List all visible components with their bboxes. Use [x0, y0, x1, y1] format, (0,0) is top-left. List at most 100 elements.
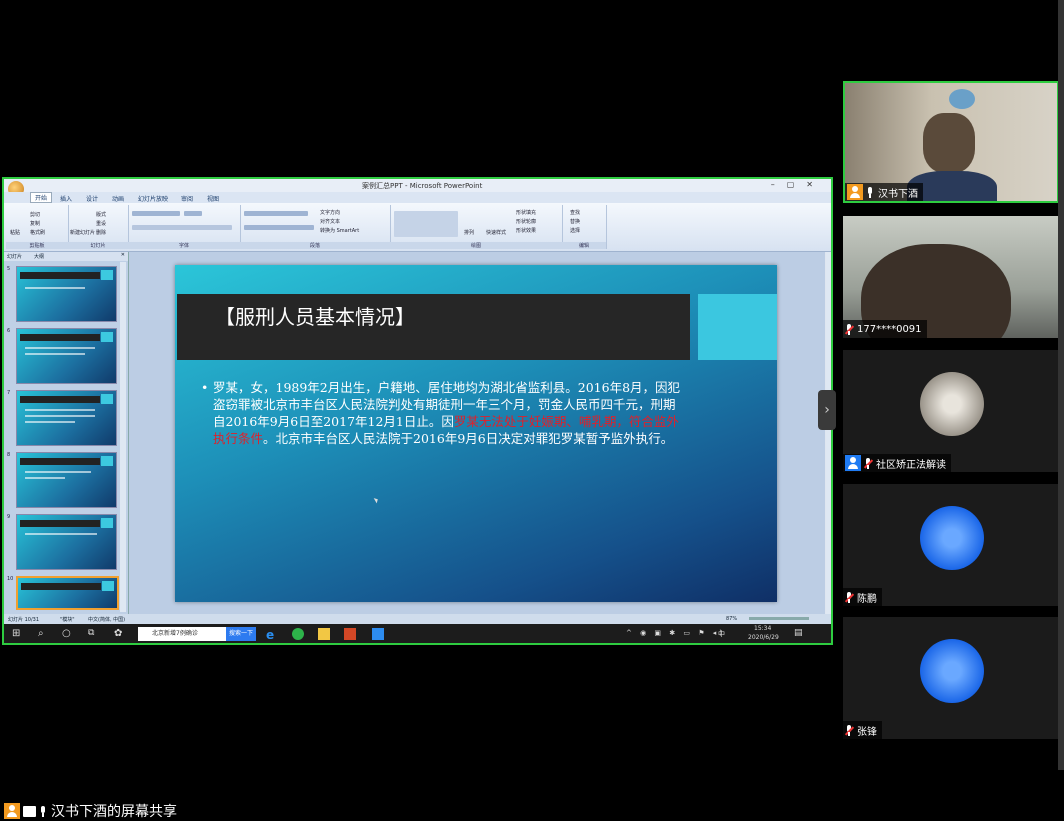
tab-home[interactable]: 开始 — [30, 192, 53, 203]
zoom-slider[interactable] — [749, 617, 809, 620]
group-label: 剪贴板 — [6, 242, 68, 249]
participant-name: 汉书下酒 — [878, 188, 918, 200]
mic-muted-icon — [844, 591, 855, 603]
clock-time: 15:34 — [754, 625, 772, 632]
cut-button[interactable]: 剪切 — [30, 211, 40, 218]
thumb-number: 9 — [7, 514, 11, 520]
tab-view[interactable]: 视图 — [207, 194, 219, 203]
search-box[interactable]: 北京新增7例确诊 — [138, 627, 226, 641]
tab-insert[interactable]: 插入 — [60, 194, 72, 203]
participant-namebar: 张锋 — [843, 721, 882, 739]
tab-slideshow[interactable]: 幻灯片放映 — [138, 194, 168, 203]
participant-tile[interactable]: 汉书下酒 — [843, 81, 1059, 203]
slide-thumbnail[interactable] — [16, 390, 117, 446]
meeting-icon[interactable] — [372, 628, 384, 640]
current-slide[interactable]: 【服刑人员基本情况】 • 罗某，女，1989年2月出生，户籍地、居住地均为湖北省… — [175, 265, 777, 602]
delete-button[interactable]: 删除 — [96, 229, 106, 236]
smartart-button[interactable]: 转换为 SmartArt — [320, 227, 359, 234]
tab-animation[interactable]: 动画 — [112, 194, 124, 203]
shape-outline-button[interactable]: 形状轮廓 — [516, 218, 536, 225]
select-button[interactable]: 选择 — [570, 227, 580, 234]
status-bar: 幻灯片 10/31 "模块" 中文(简体, 中国) 87% — [4, 614, 831, 624]
group-editing: 查找 替换 选择 编辑 — [562, 205, 607, 249]
paste-button[interactable]: 粘贴 — [10, 229, 20, 236]
window-title-prefix: 案例汇总PPT — [362, 182, 403, 190]
slide-thumbnail[interactable] — [16, 266, 117, 322]
tab-outline[interactable]: 大纲 — [34, 253, 44, 260]
font-format-buttons[interactable] — [132, 225, 232, 230]
input-language[interactable]: 中 — [718, 629, 725, 639]
layout-button[interactable]: 版式 — [96, 211, 106, 218]
shape-fill-button[interactable]: 形状填充 — [516, 209, 536, 216]
list-buttons[interactable] — [244, 211, 308, 216]
edge-icon[interactable]: e — [266, 628, 278, 642]
share-label: 汉书下酒的屏幕共享 — [4, 803, 177, 820]
quick-styles-button[interactable]: 快速样式 — [486, 229, 506, 236]
search-icon[interactable]: ⌕ — [38, 628, 50, 640]
reset-button[interactable]: 重设 — [96, 220, 106, 227]
align-text-button[interactable]: 对齐文本 — [320, 218, 340, 225]
folder-icon[interactable] — [318, 628, 330, 640]
window-title: Microsoft PowerPoint — [409, 182, 483, 190]
cortana-icon[interactable]: ○ — [62, 628, 74, 640]
window-controls-icon[interactable]: –▢✕ — [771, 180, 825, 189]
arrange-button[interactable]: 排列 — [464, 229, 474, 236]
slides-pane: 幻灯片 大纲 ✕ 5 6 7 8 9 10 — [4, 252, 129, 614]
title-bar: 案例汇总PPT - Microsoft PowerPoint –▢✕ — [4, 179, 831, 192]
group-label: 段落 — [240, 242, 390, 249]
mic-muted-icon — [863, 457, 874, 469]
group-slides: 新建幻灯片 版式 重设 删除 幻灯片 — [68, 205, 129, 249]
browser-icon[interactable] — [292, 628, 304, 640]
slide-scrollbar[interactable] — [826, 252, 831, 614]
search-button[interactable]: 搜索一下 — [226, 627, 256, 641]
tab-design[interactable]: 设计 — [86, 194, 98, 203]
text-direction-button[interactable]: 文字方向 — [320, 209, 340, 216]
participant-namebar: 陈鹏 — [843, 588, 882, 606]
app-icon[interactable]: ✿ — [114, 628, 126, 640]
slide-thumbnail[interactable] — [16, 328, 117, 384]
slide-thumbnail-selected[interactable] — [16, 576, 119, 610]
copy-button[interactable]: 复制 — [30, 220, 40, 227]
font-name-select[interactable] — [132, 211, 180, 216]
ribbon: 粘贴 剪切 复制 格式刷 剪贴板 新建幻灯片 版式 重设 删除 幻灯片 字体 文… — [4, 203, 831, 252]
close-icon[interactable]: ✕ — [121, 252, 125, 258]
slide-thumbnail[interactable] — [16, 514, 117, 570]
new-slide-button[interactable]: 新建幻灯片 — [70, 229, 95, 236]
slide-info: 幻灯片 10/31 — [8, 617, 39, 623]
tray-icons[interactable]: ^ ◉ ▣ ✱ ▭ ⚑ ◂) — [626, 629, 725, 637]
collapse-gallery-button[interactable]: › — [818, 390, 836, 430]
bullet-icon: • — [201, 380, 209, 395]
group-font: 字体 — [128, 205, 241, 249]
participant-tile[interactable]: 陈鹏 — [843, 484, 1059, 606]
tab-review[interactable]: 审阅 — [181, 194, 193, 203]
ribbon-tabs: 开始 插入 设计 动画 幻灯片放映 审阅 视图 — [4, 192, 831, 203]
participant-tile[interactable]: 177****0091 — [843, 216, 1059, 338]
task-view-icon[interactable]: ⧉ — [88, 628, 100, 640]
mic-muted-icon — [844, 323, 855, 335]
gallery-scrollbar[interactable] — [1058, 0, 1064, 770]
slide-thumbnail[interactable] — [16, 452, 117, 508]
thumb-number: 8 — [7, 452, 11, 458]
chevron-right-icon: › — [824, 402, 830, 418]
mic-muted-icon — [844, 724, 855, 736]
shapes-gallery[interactable] — [394, 211, 458, 237]
font-size-select[interactable] — [184, 211, 202, 216]
replace-button[interactable]: 替换 — [570, 218, 580, 225]
notification-icon[interactable]: ▤ — [794, 628, 806, 640]
windows-start-icon[interactable]: ⊞ — [12, 628, 24, 640]
participant-namebar: 汉书下酒 — [845, 183, 923, 201]
thumb-number: 5 — [7, 266, 11, 272]
slide-title: 【服刑人员基本情况】 — [215, 305, 415, 329]
slide-body: • 罗某，女，1989年2月出生，户籍地、居住地均为湖北省监利县。2016年8月… — [201, 379, 683, 447]
shape-effects-button[interactable]: 形状效果 — [516, 227, 536, 234]
powerpoint-icon[interactable] — [344, 628, 356, 640]
windows-taskbar: ⊞ ⌕ ○ ⧉ ✿ 北京新增7例确诊 搜索一下 e ^ ◉ ▣ ✱ ▭ ⚑ ◂)… — [4, 624, 831, 643]
pane-tabs: 幻灯片 大纲 ✕ — [4, 252, 128, 261]
find-button[interactable]: 查找 — [570, 209, 580, 216]
participant-tile[interactable]: 社区矫正法解读 — [843, 350, 1059, 472]
format-painter-button[interactable]: 格式刷 — [30, 229, 45, 236]
tab-slides[interactable]: 幻灯片 — [7, 253, 22, 260]
participant-tile[interactable]: 张锋 — [843, 617, 1059, 739]
alignment-buttons[interactable] — [244, 225, 314, 230]
pane-scrollbar[interactable] — [120, 262, 126, 612]
